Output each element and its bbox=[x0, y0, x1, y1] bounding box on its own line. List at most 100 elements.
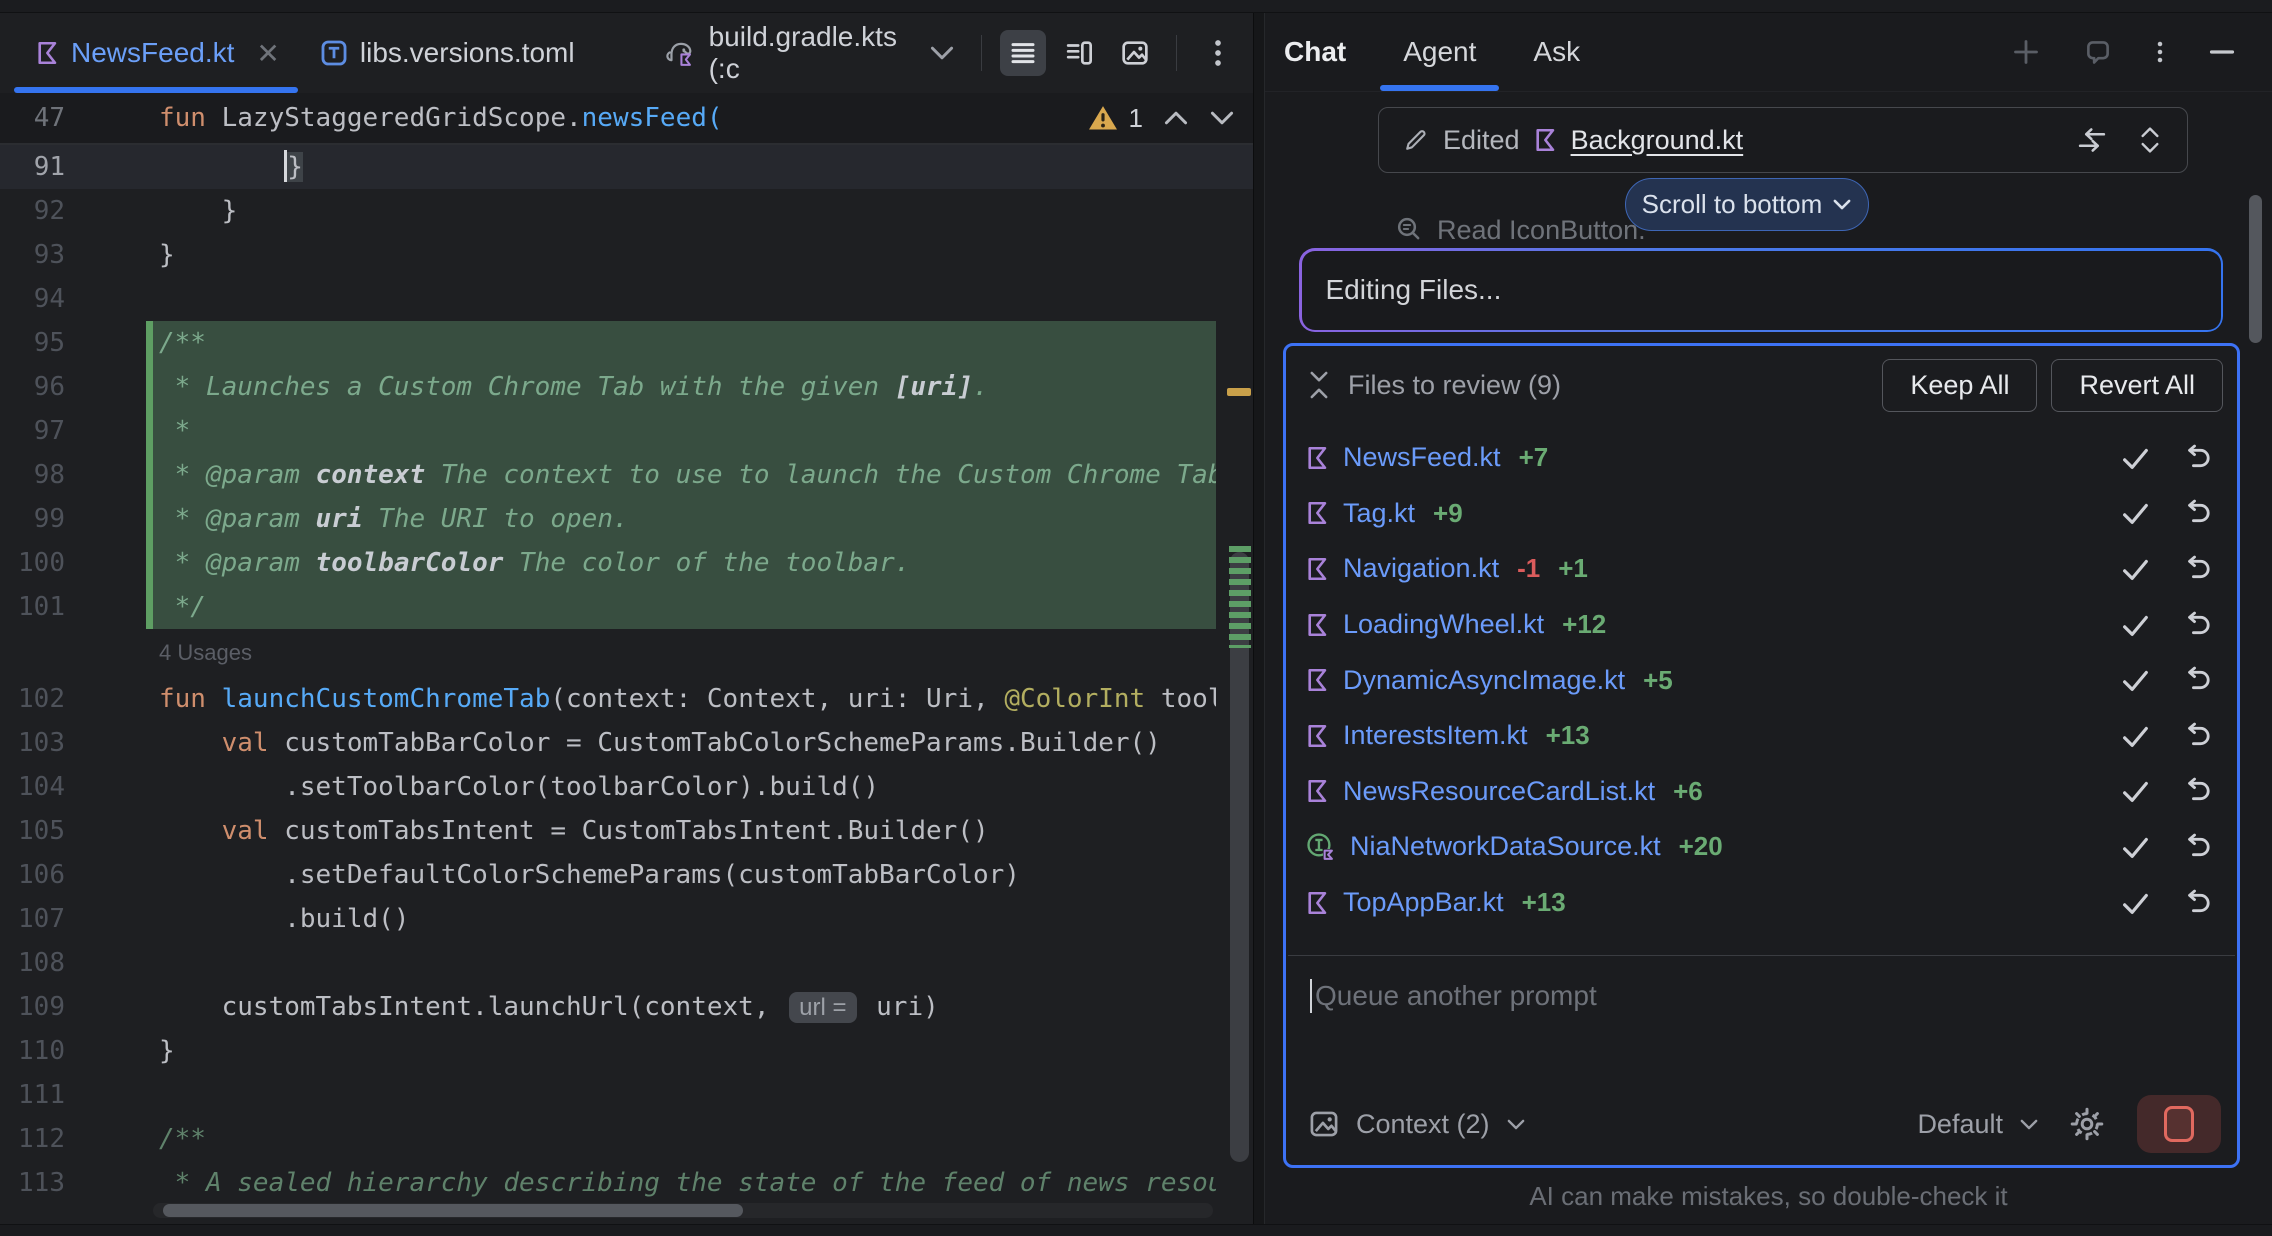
keep-file-check-icon[interactable] bbox=[2119, 554, 2151, 584]
revert-file-undo-icon[interactable] bbox=[2181, 722, 2213, 750]
revert-file-undo-icon[interactable] bbox=[2181, 444, 2213, 472]
code-line-92[interactable]: 92 } bbox=[0, 189, 1253, 233]
line-number[interactable]: 103 bbox=[0, 721, 65, 765]
line-number[interactable]: 109 bbox=[0, 985, 65, 1029]
keep-file-check-icon[interactable] bbox=[2119, 443, 2151, 473]
collapse-icon[interactable] bbox=[1306, 369, 1332, 401]
settings-gear-icon[interactable] bbox=[2069, 1106, 2105, 1142]
attach-image-icon[interactable] bbox=[1308, 1108, 1340, 1140]
editor-tab-libs-versions[interactable]: libs.versions.toml bbox=[298, 13, 593, 93]
model-dropdown[interactable]: Default bbox=[1917, 1109, 2003, 1140]
tab-ask[interactable]: Ask bbox=[1533, 13, 1580, 91]
line-number[interactable]: 100 bbox=[0, 541, 65, 585]
line-number[interactable]: 95 bbox=[0, 321, 65, 365]
line-number[interactable]: 97 bbox=[0, 409, 65, 453]
code-line-95[interactable]: 95/** bbox=[0, 321, 1253, 365]
code-editor[interactable]: 91 }92 }93}9495/**96 * Launches a Custom… bbox=[0, 145, 1253, 1205]
file-link[interactable]: Navigation.kt bbox=[1343, 553, 1499, 584]
file-link[interactable]: NiaNetworkDataSource.kt bbox=[1350, 831, 1661, 862]
line-number[interactable]: 110 bbox=[0, 1029, 65, 1073]
horizontal-scrollbar-thumb[interactable] bbox=[163, 1204, 743, 1217]
file-link[interactable]: Tag.kt bbox=[1343, 498, 1415, 529]
line-number[interactable]: 93 bbox=[0, 233, 65, 277]
keep-file-check-icon[interactable] bbox=[2119, 832, 2151, 862]
keep-file-check-icon[interactable] bbox=[2119, 888, 2151, 918]
line-number[interactable]: 101 bbox=[0, 585, 65, 629]
code-line-102[interactable]: 102fun launchCustomChromeTab(context: Co… bbox=[0, 677, 1253, 721]
line-number[interactable]: 99 bbox=[0, 497, 65, 541]
revert-all-button[interactable]: Revert All bbox=[2051, 359, 2223, 412]
chat-scrollbar-thumb[interactable] bbox=[2249, 195, 2262, 343]
editor-tab-build-gradle[interactable]: build.gradle.kts (:c bbox=[641, 13, 973, 93]
keep-file-check-icon[interactable] bbox=[2119, 610, 2151, 640]
keep-file-check-icon[interactable] bbox=[2119, 721, 2151, 751]
split-view-button[interactable] bbox=[1056, 30, 1102, 76]
tab-agent[interactable]: Agent bbox=[1403, 13, 1476, 91]
code-line-110[interactable]: 110} bbox=[0, 1029, 1253, 1073]
file-link[interactable]: DynamicAsyncImage.kt bbox=[1343, 665, 1625, 696]
line-number[interactable]: 94 bbox=[0, 277, 65, 321]
file-link[interactable]: InterestsItem.kt bbox=[1343, 720, 1528, 751]
stop-button[interactable] bbox=[2137, 1095, 2221, 1153]
revert-file-undo-icon[interactable] bbox=[2181, 611, 2213, 639]
line-number[interactable]: 108 bbox=[0, 941, 65, 985]
next-issue-chevron-icon[interactable] bbox=[1209, 110, 1235, 126]
code-line-111[interactable]: 111 bbox=[0, 1073, 1253, 1117]
line-number[interactable]: 47 bbox=[0, 93, 65, 143]
keep-file-check-icon[interactable] bbox=[2119, 665, 2151, 695]
line-number[interactable]: 98 bbox=[0, 453, 65, 497]
code-line-104[interactable]: 104 .setToolbarColor(toolbarColor).build… bbox=[0, 765, 1253, 809]
tab-dropdown-chevron-icon[interactable] bbox=[929, 45, 955, 61]
chevron-down-icon[interactable] bbox=[2019, 1118, 2039, 1131]
pane-splitter[interactable] bbox=[1253, 13, 1265, 1224]
panel-options-kebab-icon[interactable] bbox=[2156, 38, 2164, 66]
code-line-94[interactable]: 94 bbox=[0, 277, 1253, 321]
line-number[interactable]: 96 bbox=[0, 365, 65, 409]
code-line-109[interactable]: 109 customTabsIntent.launchUrl(context, … bbox=[0, 985, 1253, 1029]
edited-file-link[interactable]: Background.kt bbox=[1571, 125, 1744, 156]
editor-more-menu-button[interactable] bbox=[1195, 30, 1241, 76]
editor-tab-newsfeed[interactable]: NewsFeed.kt ✕ bbox=[14, 13, 298, 93]
close-tab-icon[interactable]: ✕ bbox=[256, 37, 279, 70]
revert-file-undo-icon[interactable] bbox=[2181, 666, 2213, 694]
line-number[interactable]: 106 bbox=[0, 853, 65, 897]
code-line-96[interactable]: 96 * Launches a Custom Chrome Tab with t… bbox=[0, 365, 1253, 409]
scroll-to-bottom-button[interactable]: Scroll to bottom bbox=[1625, 178, 1869, 231]
code-line-113[interactable]: 113 * A sealed hierarchy describing the … bbox=[0, 1161, 1253, 1205]
expand-chevrons-icon[interactable] bbox=[2137, 125, 2163, 155]
hide-panel-minus-icon[interactable] bbox=[2208, 38, 2236, 66]
file-link[interactable]: TopAppBar.kt bbox=[1343, 887, 1504, 918]
code-line-106[interactable]: 106 .setDefaultColorSchemeParams(customT… bbox=[0, 853, 1253, 897]
revert-file-undo-icon[interactable] bbox=[2181, 833, 2213, 861]
prompt-input[interactable]: Queue another prompt bbox=[1310, 974, 1597, 1018]
code-line-108[interactable]: 108 bbox=[0, 941, 1253, 985]
conversations-icon[interactable] bbox=[2084, 38, 2112, 66]
revert-file-undo-icon[interactable] bbox=[2181, 555, 2213, 583]
line-number[interactable]: 113 bbox=[0, 1161, 65, 1205]
line-number[interactable]: 111 bbox=[0, 1073, 65, 1117]
code-line-107[interactable]: 107 .build() bbox=[0, 897, 1253, 941]
usages-inlay-hint[interactable]: 4 Usages bbox=[0, 629, 1253, 677]
line-number[interactable]: 104 bbox=[0, 765, 65, 809]
line-number[interactable]: 112 bbox=[0, 1117, 65, 1161]
keep-file-check-icon[interactable] bbox=[2119, 776, 2151, 806]
chevron-down-icon[interactable] bbox=[1506, 1118, 1526, 1131]
code-line-100[interactable]: 100 * @param toolbarColor The color of t… bbox=[0, 541, 1253, 585]
context-dropdown[interactable]: Context (2) bbox=[1356, 1109, 1490, 1140]
code-line-101[interactable]: 101 */ bbox=[0, 585, 1253, 629]
line-number[interactable]: 102 bbox=[0, 677, 65, 721]
line-number[interactable]: 92 bbox=[0, 189, 65, 233]
warning-badge[interactable]: 1 bbox=[1087, 93, 1143, 143]
list-view-button[interactable] bbox=[1000, 30, 1046, 76]
line-number[interactable]: 107 bbox=[0, 897, 65, 941]
code-line-93[interactable]: 93} bbox=[0, 233, 1253, 277]
file-link[interactable]: NewsFeed.kt bbox=[1343, 442, 1501, 473]
prev-issue-chevron-icon[interactable] bbox=[1163, 110, 1189, 126]
keep-file-check-icon[interactable] bbox=[2119, 498, 2151, 528]
code-line-91[interactable]: 91 } bbox=[0, 145, 1253, 189]
line-number[interactable]: 105 bbox=[0, 809, 65, 853]
edited-file-card[interactable]: Edited Background.kt bbox=[1378, 107, 2188, 173]
file-link[interactable]: NewsResourceCardList.kt bbox=[1343, 776, 1655, 807]
code-line-98[interactable]: 98 * @param context The context to use t… bbox=[0, 453, 1253, 497]
revert-file-undo-icon[interactable] bbox=[2181, 499, 2213, 527]
